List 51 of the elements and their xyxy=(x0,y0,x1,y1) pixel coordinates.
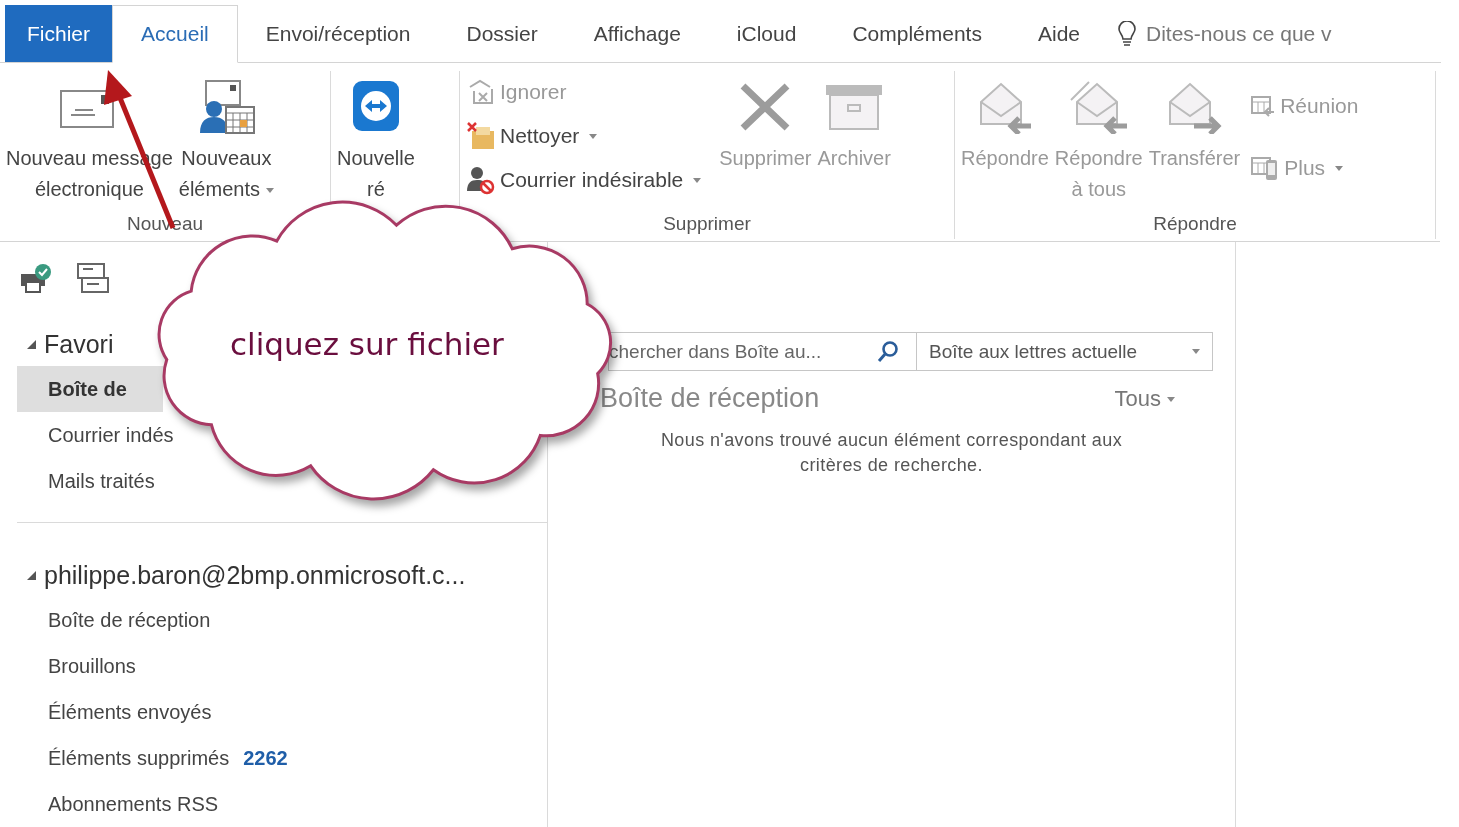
folder-title: Boîte de réception xyxy=(600,383,820,414)
caret-icon xyxy=(1192,349,1200,354)
unread-count: 2262 xyxy=(243,746,288,770)
folder-item[interactable]: Courrier indés xyxy=(17,412,182,458)
folder-label: Boîte de xyxy=(48,377,127,401)
ribbon-tab[interactable]: Dossier xyxy=(438,5,566,62)
folder-item[interactable]: Abonnements RSS xyxy=(17,781,227,827)
person-block-icon xyxy=(466,165,496,195)
folder-item[interactable]: Brouillons xyxy=(17,643,144,689)
ribbon-tab[interactable]: Accueil xyxy=(112,5,238,63)
section-title[interactable]: philippe.baron@2bmp.onmicrosoft.c... xyxy=(44,560,466,590)
ribbon-tab[interactable]: Affichage xyxy=(565,5,709,62)
ribbon-tab[interactable]: Envoi/réception xyxy=(237,5,439,62)
folder-label: Abonnements RSS xyxy=(48,792,219,816)
lightbulb-icon xyxy=(1118,20,1136,47)
group-label: Répondre xyxy=(1153,213,1237,234)
folder-label: Éléments envoyés xyxy=(48,700,212,724)
folder-item[interactable]: Boîte de réception xyxy=(17,597,219,643)
ribbon-button[interactable]: Courrier indésirable xyxy=(466,161,702,199)
search-icon xyxy=(876,339,900,364)
group-label: Supprimer xyxy=(663,213,751,234)
ribbon-button[interactable]: Nouvelle ré xyxy=(337,71,415,205)
folder-item[interactable]: Éléments envoyés xyxy=(17,689,220,735)
folder-label: Mails traités xyxy=(48,469,155,493)
folder-cross-icon xyxy=(466,121,496,151)
filter-dropdown[interactable]: Tous xyxy=(1114,385,1175,412)
folder-label: Boîte de réception xyxy=(48,608,211,632)
file-tab[interactable]: Fichier xyxy=(5,5,112,62)
folder-label: Éléments supprimés xyxy=(48,746,230,770)
ribbon-tab[interactable]: Compléments xyxy=(824,5,1010,62)
calendar-arrow-icon xyxy=(1250,94,1277,118)
ribbon-tab[interactable]: iCloud xyxy=(708,5,825,62)
empty-message: Nous n'avons trouvé aucun élément correspondant aux critères de recherche. xyxy=(659,429,1124,477)
scope-dropdown[interactable]: Boîte aux lettres actuelle xyxy=(917,333,1212,370)
caret-icon xyxy=(1167,397,1175,403)
ribbon-button[interactable]: Nouveaux éléments xyxy=(178,71,274,205)
tell-me-field[interactable]: Dites-nous ce que v xyxy=(1146,21,1332,46)
folder-item[interactable]: Mails traités xyxy=(17,458,163,504)
folder-label: Courrier indés xyxy=(48,423,174,447)
envelopes-icon[interactable] xyxy=(75,262,109,294)
folder-item[interactable]: Boîte de xyxy=(17,366,163,412)
section-title[interactable]: Favori xyxy=(44,329,114,359)
ribbon-button[interactable]: Nettoyer xyxy=(466,117,702,155)
envelopes-left-arrow-icon xyxy=(1068,80,1129,134)
expand-triangle-icon[interactable] xyxy=(27,339,36,349)
printer-check-icon[interactable] xyxy=(19,262,53,294)
folder-label: Brouillons xyxy=(48,654,136,678)
folder-item[interactable]: Éléments supprimés 2262 xyxy=(17,735,296,781)
expand-triangle-icon[interactable] xyxy=(27,570,36,580)
ribbon-tab[interactable]: Aide xyxy=(1009,5,1108,62)
callout-text: cliquez sur fichier xyxy=(230,326,504,362)
